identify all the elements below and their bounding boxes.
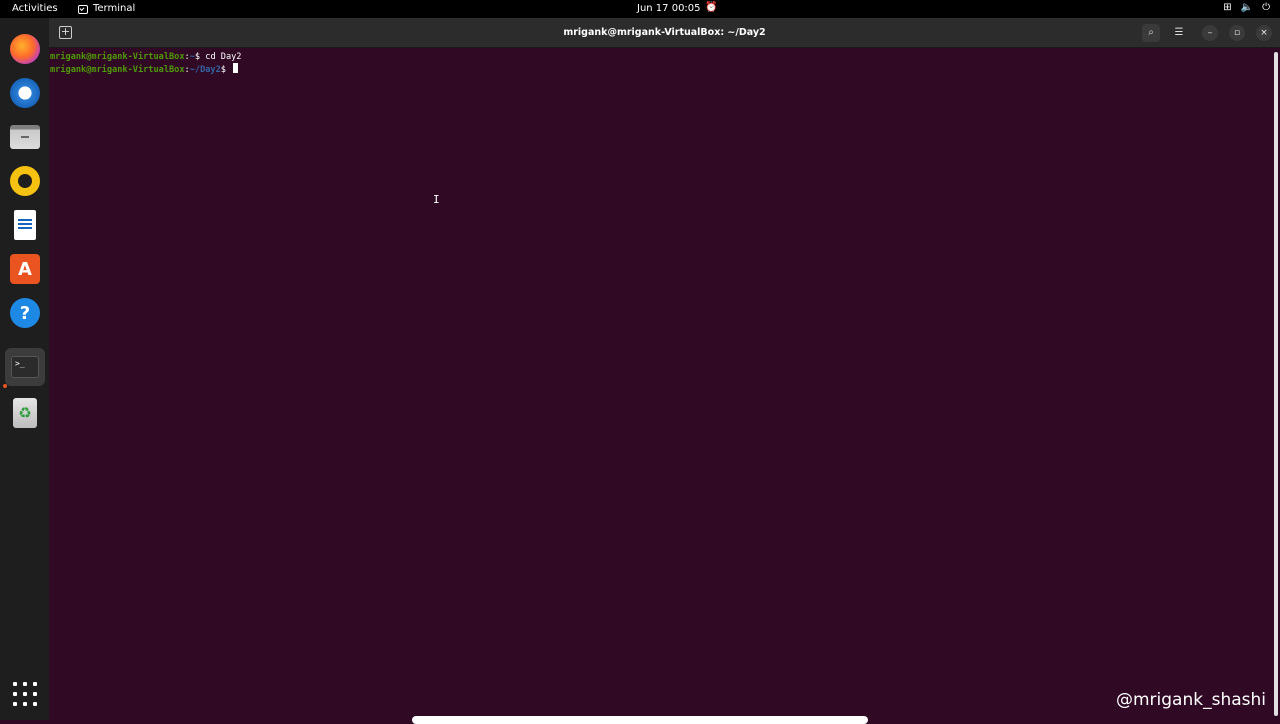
command-text: cd Day2 <box>205 52 242 62</box>
prompt-end: $ <box>194 52 206 62</box>
app-menu-label: Terminal <box>93 3 136 14</box>
bottom-overlay-bar <box>412 716 868 724</box>
text-cursor <box>233 63 239 73</box>
prompt-end: $ <box>220 65 232 75</box>
hamburger-menu-icon[interactable]: ☰ <box>1170 24 1188 42</box>
dock: A ? >_ ♻ <box>0 18 49 720</box>
terminal-line: mrigank@mrigank-VirtualBox:~/Day2$ <box>50 63 1279 76</box>
terminal-headerbar: + mrigank@mrigank-VirtualBox: ~/Day2 ⌕ ☰… <box>49 18 1280 48</box>
system-tray[interactable]: ⊞ 🔈 ⏻ <box>1223 2 1270 14</box>
show-apps-icon[interactable] <box>13 682 37 706</box>
watermark: @mrigank_shashi <box>1115 690 1266 710</box>
power-icon: ⏻ <box>1262 2 1270 13</box>
help-icon[interactable]: ? <box>10 298 40 328</box>
scrollbar[interactable] <box>1274 52 1278 716</box>
mouse-ibeam-icon: I <box>433 193 440 206</box>
clock[interactable]: Jun 17 00:05 <box>637 3 701 15</box>
volume-icon: 🔈 <box>1240 2 1254 13</box>
prompt-path: ~/Day2 <box>189 65 221 75</box>
running-indicator <box>3 384 7 388</box>
search-icon[interactable]: ⌕ <box>1142 24 1160 42</box>
app-center-icon[interactable]: A <box>10 254 40 284</box>
minimize-icon[interactable]: – <box>1202 25 1218 41</box>
top-bar: Activities Terminal Jun 17 00:05 ⏰ ⊞ 🔈 ⏻ <box>0 0 1280 18</box>
terminal-dock-button[interactable]: >_ <box>5 348 45 386</box>
activities-button[interactable]: Activities <box>12 3 58 15</box>
thunderbird-icon[interactable] <box>10 78 40 108</box>
prompt-user-host: mrigank@mrigank-VirtualBox <box>50 52 185 62</box>
close-icon[interactable]: × <box>1256 25 1272 41</box>
firefox-icon[interactable] <box>10 34 40 64</box>
terminal-line: mrigank@mrigank-VirtualBox:~$ cd Day2 <box>50 51 1279 63</box>
maximize-icon[interactable]: ▫ <box>1229 25 1245 41</box>
terminal-icon: >_ <box>11 356 39 378</box>
prompt-user-host: mrigank@mrigank-VirtualBox <box>50 65 185 75</box>
app-menu[interactable]: Terminal <box>78 3 135 15</box>
libreoffice-writer-icon[interactable] <box>14 210 36 240</box>
window-title: mrigank@mrigank-VirtualBox: ~/Day2 <box>563 27 766 38</box>
rhythmbox-icon[interactable] <box>10 166 40 196</box>
terminal-small-icon <box>78 4 88 14</box>
files-icon[interactable] <box>10 125 40 149</box>
trash-icon[interactable]: ♻ <box>13 398 37 428</box>
network-icon: ⊞ <box>1223 2 1232 13</box>
alarm-icon: ⏰ <box>705 2 718 13</box>
terminal-output[interactable]: mrigank@mrigank-VirtualBox:~$ cd Day2 mr… <box>49 48 1280 720</box>
